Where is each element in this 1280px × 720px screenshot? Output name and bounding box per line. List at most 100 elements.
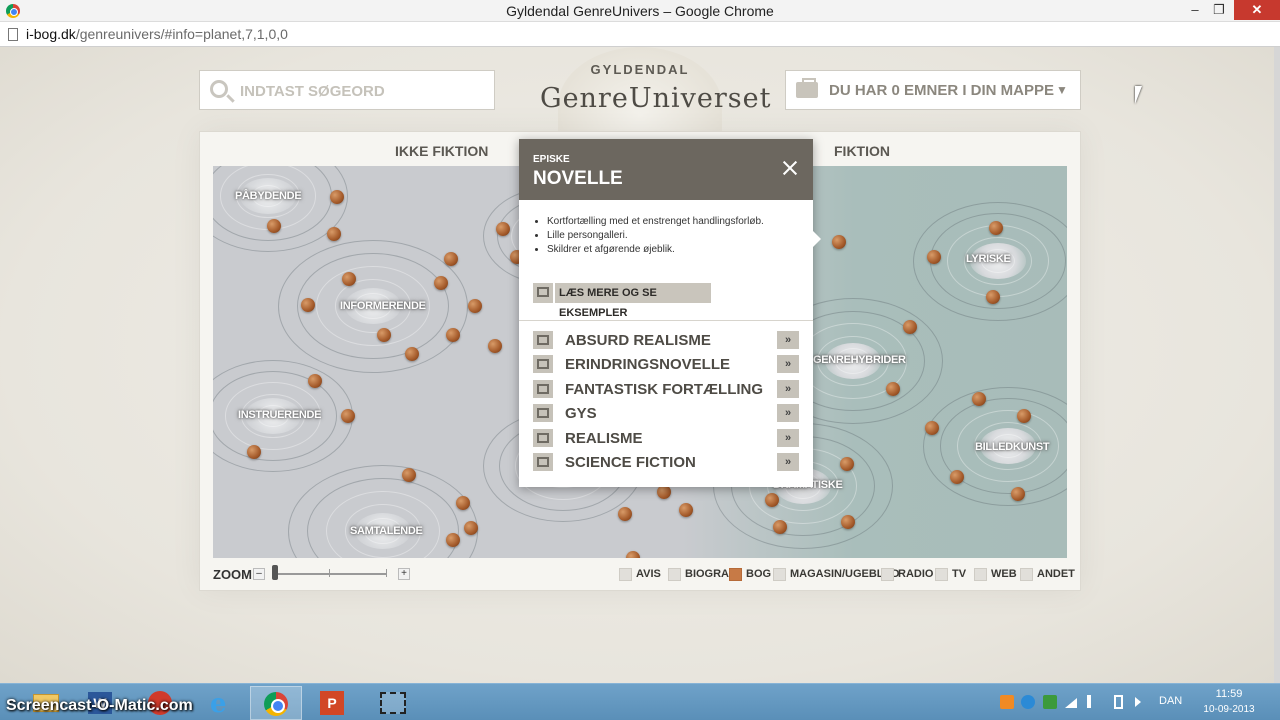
subgenre-label[interactable]: ABSURD REALISME xyxy=(565,332,711,349)
taskbar-powerpoint[interactable]: P xyxy=(307,686,359,720)
filter-checkbox[interactable] xyxy=(935,568,948,581)
clock-date[interactable]: 10-09-2013 xyxy=(1199,704,1259,715)
address-bar[interactable]: i-bog.dk/genreunivers/#info=planet,7,1,0… xyxy=(0,22,1280,47)
planet-node[interactable] xyxy=(886,382,900,396)
speaker-icon[interactable] xyxy=(1135,697,1141,707)
subgenre-item[interactable]: GYS » xyxy=(533,404,801,424)
galaxy-label-genrehybrider[interactable]: GENREHYBRIDER xyxy=(813,354,906,366)
language-indicator[interactable]: DAN xyxy=(1159,695,1182,707)
subgenre-label[interactable]: FANTASTISK FORTÆLLING xyxy=(565,381,763,398)
clock-time[interactable]: 11:59 xyxy=(1199,688,1259,700)
taskbar-ie[interactable]: e xyxy=(196,686,248,720)
galaxy-label-paabydende[interactable]: PÅBYDENDE xyxy=(235,190,302,202)
planet-node[interactable] xyxy=(308,374,322,388)
planet-node[interactable] xyxy=(247,445,261,459)
double-chevron-right-icon[interactable]: » xyxy=(777,331,799,349)
filter-checkbox[interactable] xyxy=(619,568,632,581)
read-more-button[interactable]: LÆS MERE OG SE EKSEMPLER xyxy=(533,283,711,319)
genreuniverset-logo[interactable]: GYLDENDAL GenreUniverset xyxy=(540,47,770,131)
chevron-down-icon[interactable]: ▼ xyxy=(1056,83,1068,97)
category-ikke-fiktion[interactable]: IKKE FIKTION xyxy=(395,143,488,159)
zoom-slider[interactable] xyxy=(273,569,387,577)
zoom-in-button[interactable]: + xyxy=(398,568,410,580)
galaxy-label-instruerende[interactable]: INSTRUERENDE xyxy=(238,409,321,421)
zoom-out-button[interactable]: – xyxy=(253,568,265,580)
planet-node[interactable] xyxy=(456,496,470,510)
subgenre-item[interactable]: REALISME » xyxy=(533,429,801,449)
planet-node[interactable] xyxy=(1011,487,1025,501)
briefcase-icon[interactable] xyxy=(533,429,553,447)
subgenre-item[interactable]: ERINDRINGSNOVELLE » xyxy=(533,355,801,375)
planet-node[interactable] xyxy=(330,190,344,204)
subgenre-label[interactable]: REALISME xyxy=(565,430,643,447)
subgenre-label[interactable]: GYS xyxy=(565,405,597,422)
planet-node[interactable] xyxy=(405,347,419,361)
planet-node[interactable] xyxy=(927,250,941,264)
planet-node[interactable] xyxy=(464,521,478,535)
galaxy-label-billedkunst[interactable]: BILLEDKUNST xyxy=(975,441,1050,453)
planet-node[interactable] xyxy=(1017,409,1031,423)
tray-app-icon[interactable] xyxy=(1000,695,1014,709)
flag-icon[interactable] xyxy=(1087,695,1091,708)
briefcase-icon[interactable] xyxy=(533,331,553,349)
planet-node[interactable] xyxy=(301,298,315,312)
filter-checkbox[interactable] xyxy=(974,568,987,581)
galaxy-label-informerende[interactable]: INFORMERENDE xyxy=(340,300,426,312)
planet-node[interactable] xyxy=(972,392,986,406)
filter-checkbox[interactable] xyxy=(668,568,681,581)
planet-node[interactable] xyxy=(377,328,391,342)
subgenre-item[interactable]: SCIENCE FICTION » xyxy=(533,453,801,473)
planet-node[interactable] xyxy=(446,328,460,342)
signal-icon[interactable] xyxy=(1065,698,1077,708)
search-input[interactable] xyxy=(240,79,480,103)
tray-network-globe-icon[interactable] xyxy=(1021,695,1035,709)
planet-node[interactable] xyxy=(773,520,787,534)
double-chevron-right-icon[interactable]: » xyxy=(777,404,799,422)
maximize-button[interactable]: ❐ xyxy=(1210,0,1228,20)
planet-node[interactable] xyxy=(950,470,964,484)
galaxy-label-lyriske[interactable]: LYRISKE xyxy=(966,253,1011,265)
filter-checkbox[interactable] xyxy=(881,568,894,581)
planet-node[interactable] xyxy=(402,468,416,482)
taskbar-chrome[interactable] xyxy=(250,686,302,720)
window-scrollbar[interactable] xyxy=(1274,47,1280,683)
planet-node[interactable] xyxy=(765,493,779,507)
category-fiktion[interactable]: FIKTION xyxy=(834,143,890,159)
url-text[interactable]: i-bog.dk/genreunivers/#info=planet,7,1,0… xyxy=(26,26,288,42)
planet-node[interactable] xyxy=(341,409,355,423)
galaxy-label-samtalende[interactable]: SAMTALENDE xyxy=(350,525,423,537)
subgenre-item[interactable]: FANTASTISK FORTÆLLING » xyxy=(533,380,801,400)
planet-node[interactable] xyxy=(626,551,640,558)
planet-node[interactable] xyxy=(496,222,510,236)
briefcase-icon[interactable] xyxy=(533,355,553,373)
subgenre-label[interactable]: SCIENCE FICTION xyxy=(565,454,696,471)
filter-checkbox[interactable] xyxy=(773,568,786,581)
planet-node[interactable] xyxy=(903,320,917,334)
battery-icon[interactable] xyxy=(1114,695,1123,709)
planet-node[interactable] xyxy=(832,235,846,249)
briefcase-icon[interactable] xyxy=(533,453,553,471)
planet-node[interactable] xyxy=(989,221,1003,235)
planet-node[interactable] xyxy=(446,533,460,547)
subgenre-label[interactable]: ERINDRINGSNOVELLE xyxy=(565,356,730,373)
planet-node[interactable] xyxy=(327,227,341,241)
filter-checkbox[interactable] xyxy=(729,568,742,581)
planet-node[interactable] xyxy=(840,457,854,471)
planet-node[interactable] xyxy=(841,515,855,529)
taskbar-snipping[interactable] xyxy=(366,686,418,720)
double-chevron-right-icon[interactable]: » xyxy=(777,429,799,447)
zoom-slider-handle[interactable] xyxy=(272,565,278,580)
minimize-button[interactable]: – xyxy=(1186,0,1204,20)
planet-node[interactable] xyxy=(925,421,939,435)
close-window-button[interactable]: ✕ xyxy=(1234,0,1280,20)
planet-node[interactable] xyxy=(657,485,671,499)
filter-checkbox[interactable] xyxy=(1020,568,1033,581)
briefcase-icon[interactable] xyxy=(533,404,553,422)
planet-node[interactable] xyxy=(488,339,502,353)
double-chevron-right-icon[interactable]: » xyxy=(777,355,799,373)
planet-node[interactable] xyxy=(342,272,356,286)
planet-node[interactable] xyxy=(434,276,448,290)
double-chevron-right-icon[interactable]: » xyxy=(777,380,799,398)
subgenre-item[interactable]: ABSURD REALISME » xyxy=(533,331,801,351)
planet-node[interactable] xyxy=(679,503,693,517)
